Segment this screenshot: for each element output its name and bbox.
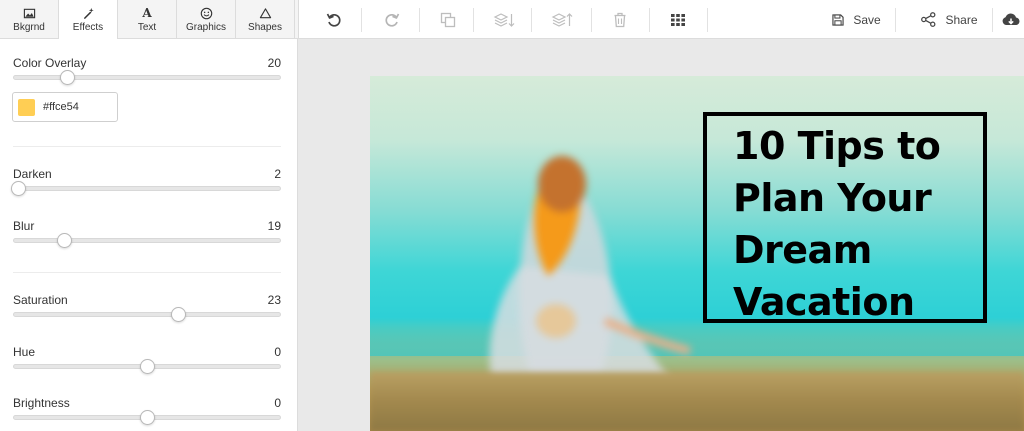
grid-button[interactable] (665, 0, 691, 39)
tab-effects-label: Effects (72, 22, 104, 33)
toolbar-divider (895, 8, 896, 32)
triangle-icon (259, 6, 272, 20)
saturation-label: Saturation (13, 293, 68, 307)
hue-value: 0 (274, 345, 281, 359)
color-overlay-control: Color Overlay 20 (13, 56, 281, 86)
blur-control: Blur 19 (13, 219, 281, 249)
color-overlay-slider-track[interactable] (13, 75, 281, 80)
toolbar-divider (649, 8, 650, 32)
overlay-color-hex: #ffce54 (43, 101, 79, 113)
tab-background[interactable]: Bkgrnd (0, 0, 59, 39)
tab-effects[interactable]: Effects (59, 0, 118, 40)
toolbar-divider (419, 8, 420, 32)
grid-icon (671, 13, 685, 26)
darken-control: Darken 2 (11, 167, 281, 197)
undo-button[interactable] (321, 0, 347, 39)
duplicate-icon (440, 12, 456, 27)
save-button-label: Save (853, 12, 881, 27)
send-backward-button[interactable] (489, 0, 519, 39)
redo-icon (385, 13, 400, 27)
darken-label: Darken (13, 167, 52, 181)
download-button[interactable] (1001, 0, 1024, 39)
top-toolbar: Save Share (298, 0, 1024, 39)
share-button-label: Share (945, 12, 978, 27)
toolbar-divider (707, 8, 708, 32)
toolbar-divider (992, 8, 993, 32)
panel-tab-bar: Bkgrnd Effects A Text Graphics Shapes (0, 0, 298, 40)
layer-up-icon (551, 12, 573, 27)
tab-graphics[interactable]: Graphics (177, 0, 236, 39)
section-divider (13, 146, 281, 147)
darken-value: 2 (274, 167, 281, 181)
hue-control: Hue 0 (13, 345, 281, 375)
color-overlay-slider-thumb[interactable] (59, 70, 75, 85)
layer-down-icon (493, 12, 515, 27)
redo-button[interactable] (379, 0, 405, 39)
text-icon: A (142, 6, 152, 20)
cloud-download-icon (1002, 12, 1020, 25)
bring-forward-button[interactable] (547, 0, 577, 39)
saturation-slider-thumb[interactable] (170, 307, 186, 322)
brightness-value: 0 (274, 396, 281, 410)
blur-slider-track[interactable] (13, 238, 281, 243)
tab-shapes[interactable]: Shapes (236, 0, 295, 39)
tab-background-label: Bkgrnd (13, 22, 45, 33)
color-overlay-label: Color Overlay (13, 56, 87, 70)
darken-slider-thumb[interactable] (11, 181, 27, 196)
brightness-control: Brightness 0 (13, 396, 281, 426)
toolbar-divider (473, 8, 474, 32)
toolbar-divider (591, 8, 592, 32)
hue-label: Hue (13, 345, 36, 359)
overlay-color-swatch (18, 98, 35, 116)
blur-slider-thumb[interactable] (56, 233, 72, 248)
brightness-label: Brightness (13, 396, 70, 410)
save-button[interactable]: Save (825, 0, 887, 39)
tab-graphics-label: Graphics (185, 22, 226, 33)
saturation-control: Saturation 23 (13, 293, 281, 323)
stone-wall-ground (370, 372, 1024, 431)
brightness-slider-thumb[interactable] (140, 410, 155, 425)
share-button[interactable]: Share (919, 0, 979, 39)
tab-text[interactable]: A Text (118, 0, 177, 39)
section-divider (13, 272, 281, 273)
undo-icon (326, 13, 341, 27)
tab-shapes-label: Shapes (248, 22, 282, 33)
save-icon (832, 13, 844, 26)
design-canvas[interactable]: 10 Tips to Plan Your Dream Vacation (370, 76, 1024, 431)
share-icon (921, 12, 936, 27)
toolbar-divider (361, 8, 362, 32)
image-icon (23, 6, 36, 20)
toolbar-divider (531, 8, 532, 32)
saturation-value: 23 (267, 293, 281, 307)
smiley-icon (200, 6, 213, 20)
duplicate-button[interactable] (435, 0, 461, 39)
color-overlay-value: 20 (267, 56, 281, 70)
canvas-title-text[interactable]: 10 Tips to Plan Your Dream Vacation (733, 120, 973, 328)
blur-label: Blur (13, 219, 35, 233)
overlay-color-picker[interactable]: #ffce54 (12, 92, 118, 122)
saturation-slider-track[interactable] (13, 312, 281, 317)
blur-value: 19 (267, 219, 281, 233)
delete-button[interactable] (607, 0, 633, 39)
tab-text-label: Text (137, 22, 157, 33)
trash-icon (614, 12, 626, 27)
magic-wand-icon (82, 6, 95, 20)
effects-panel: Color Overlay 20 #ffce54 Darken 2 Blur 1… (0, 39, 298, 431)
darken-slider-track[interactable] (13, 186, 281, 191)
hue-slider-thumb[interactable] (140, 359, 155, 374)
